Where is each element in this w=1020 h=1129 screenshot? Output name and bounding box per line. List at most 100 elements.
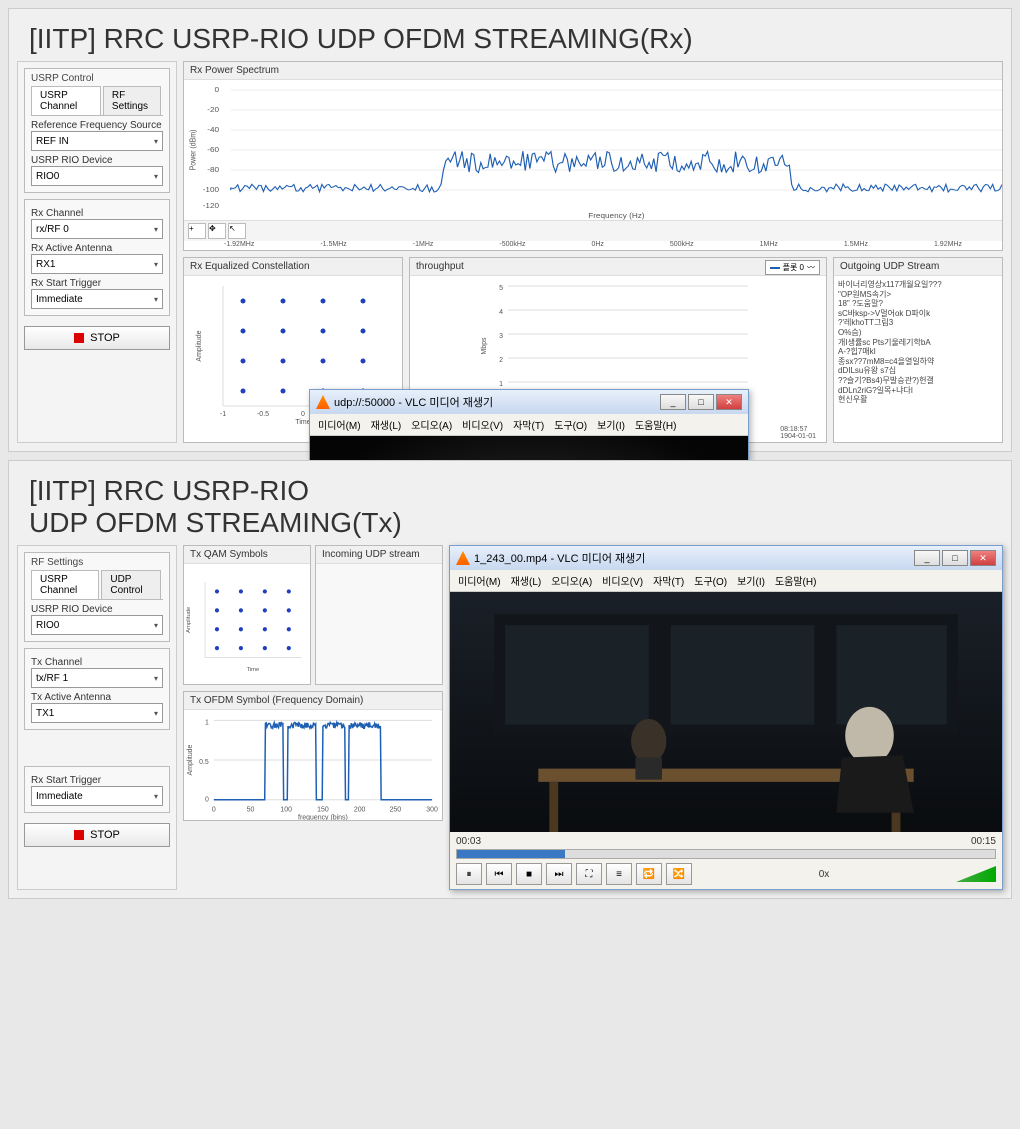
rx-channel-value: rx/RF 0 — [36, 224, 69, 235]
rx-trigger-label: Rx Start Trigger — [31, 278, 163, 289]
rx-title: [IITP] RRC USRP-RIO UDP OFDM STREAMING(R… — [29, 23, 991, 55]
rx-spectrum-chart: Rx Power Spectrum 0 -20 -40 -60 -80 -100… — [183, 61, 1003, 251]
menu-playback[interactable]: 재생(L) — [511, 573, 542, 588]
xt1: -1.5MHz — [320, 241, 346, 248]
close-button[interactable]: ✕ — [970, 550, 996, 566]
close-button[interactable]: ✕ — [716, 394, 742, 410]
incoming-udp-box: Incoming UDP stream — [315, 545, 443, 685]
menu-audio[interactable]: 오디오(A) — [551, 573, 592, 588]
menu-tools[interactable]: 도구(O) — [554, 417, 587, 432]
menu-audio[interactable]: 오디오(A) — [411, 417, 452, 432]
menu-tools[interactable]: 도구(O) — [694, 573, 727, 588]
vlc-titlebar[interactable]: udp://:50000 - VLC 미디어 재생기 _ □ ✕ — [310, 390, 748, 414]
svg-text:100: 100 — [280, 807, 292, 814]
shuffle-button[interactable]: 🔀 — [666, 863, 692, 885]
tx-panel: [IITP] RRC USRP-RIO UDP OFDM STREAMING(T… — [8, 460, 1012, 899]
menu-video[interactable]: 비디오(V) — [462, 417, 503, 432]
device-label: USRP RIO Device — [31, 155, 163, 166]
minimize-button[interactable]: _ — [914, 550, 940, 566]
throughput-title: throughput — [410, 258, 826, 276]
outgoing-udp-box: Outgoing UDP Stream 바이너리영상x117개월요일???"OP… — [833, 257, 1003, 443]
volume-slider[interactable] — [956, 866, 996, 882]
tx-channel-label: Tx Channel — [31, 657, 163, 668]
stop-icon — [74, 333, 84, 343]
menu-subtitle[interactable]: 자막(T) — [653, 573, 684, 588]
xt8: 1.92MHz — [934, 241, 962, 248]
menu-subtitle[interactable]: 자막(T) — [513, 417, 544, 432]
tx-time-current: 00:03 — [456, 836, 481, 847]
cursor-icon[interactable]: ↖ — [228, 223, 246, 239]
device-dropdown[interactable]: RIO0 — [31, 166, 163, 186]
tx-antenna-value: TX1 — [36, 708, 54, 719]
ref-freq-value: REF IN — [36, 136, 69, 147]
svg-text:Mbps: Mbps — [481, 337, 488, 355]
ref-freq-dropdown[interactable]: REF IN — [31, 131, 163, 151]
fullscreen-button[interactable]: ⛶ — [576, 863, 602, 885]
tx-title: [IITP] RRC USRP-RIO UDP OFDM STREAMING(T… — [29, 475, 991, 539]
spectrum-toolbar: + ✥ ↖ — [184, 220, 1002, 241]
zoom-icon[interactable]: + — [188, 223, 206, 239]
tx-vlc-window[interactable]: 1_243_00.mp4 - VLC 미디어 재생기 _ □ ✕ 미디어(M) … — [449, 545, 1003, 890]
svg-text:0: 0 — [301, 411, 305, 418]
tx-charts: Tx QAM Symbols Time Amplitude Incoming U… — [183, 545, 443, 890]
rx-stop-button[interactable]: STOP — [24, 326, 170, 350]
tx-vlc-titlebar[interactable]: 1_243_00.mp4 - VLC 미디어 재생기 _ □ ✕ — [450, 546, 1002, 570]
svg-text:0.5: 0.5 — [199, 759, 209, 766]
rx-antenna-label: Rx Active Antenna — [31, 243, 163, 254]
svg-text:frequency (bins): frequency (bins) — [298, 815, 348, 820]
rx-trigger-dropdown[interactable]: Immediate — [31, 289, 163, 309]
svg-text:-120: -120 — [203, 202, 219, 210]
tab-rf-settings[interactable]: RF Settings — [103, 86, 161, 115]
menu-media[interactable]: 미디어(M) — [318, 417, 361, 432]
menu-playback[interactable]: 재생(L) — [371, 417, 402, 432]
menu-view[interactable]: 보기(I) — [597, 417, 625, 432]
menu-view[interactable]: 보기(I) — [737, 573, 765, 588]
tx-vlc-title: 1_243_00.mp4 - VLC 미디어 재생기 — [474, 550, 645, 566]
tx-vlc-seekbar[interactable] — [456, 849, 996, 859]
legend-label: 플롯 0 — [783, 262, 804, 273]
tx-trigger-dropdown[interactable]: Immediate — [31, 786, 163, 806]
menu-help[interactable]: 도움말(H) — [635, 417, 676, 432]
svg-text:2: 2 — [499, 357, 503, 364]
prev-button[interactable]: ⏮ — [486, 863, 512, 885]
minimize-button[interactable]: _ — [660, 394, 686, 410]
pan-icon[interactable]: ✥ — [208, 223, 226, 239]
tx-channel-dropdown[interactable]: tx/RF 1 — [31, 668, 163, 688]
tab-udp-control[interactable]: UDP Control — [101, 570, 161, 599]
tx-stop-button[interactable]: STOP — [24, 823, 170, 847]
svg-text:-40: -40 — [207, 126, 219, 134]
loop-button[interactable]: 🔁 — [636, 863, 662, 885]
xt6: 1MHz — [760, 241, 778, 248]
tx-device-dropdown[interactable]: RIO0 — [31, 615, 163, 635]
maximize-button[interactable]: □ — [688, 394, 714, 410]
rx-channel-dropdown[interactable]: rx/RF 0 — [31, 219, 163, 239]
tx-antenna-dropdown[interactable]: TX1 — [31, 703, 163, 723]
tx-channel-value: tx/RF 1 — [36, 673, 68, 684]
svg-text:200: 200 — [354, 807, 366, 814]
tab-usrp-channel[interactable]: USRP Channel — [31, 86, 101, 115]
svg-text:150: 150 — [317, 807, 329, 814]
udp-out-title: Outgoing UDP Stream — [834, 258, 1002, 276]
tx-qam-chart: Tx QAM Symbols Time Amplitude — [183, 545, 311, 685]
menu-help[interactable]: 도움말(H) — [775, 573, 816, 588]
next-button[interactable]: ⏭ — [546, 863, 572, 885]
rx-antenna-dropdown[interactable]: RX1 — [31, 254, 163, 274]
stop-button[interactable]: ■ — [516, 863, 542, 885]
svg-text:Amplitude: Amplitude — [196, 330, 203, 361]
xt4: 0Hz — [591, 241, 603, 248]
pause-button[interactable]: ⏸ — [456, 863, 482, 885]
tp-xt1: 08:18:57 1904-01-01 — [780, 426, 816, 440]
rx-panel: [IITP] RRC USRP-RIO UDP OFDM STREAMING(R… — [8, 8, 1012, 452]
incoming-title: Incoming UDP stream — [316, 546, 442, 564]
maximize-button[interactable]: □ — [942, 550, 968, 566]
tx-ofdm-chart: Tx OFDM Symbol (Frequency Domain) 1 0.5 … — [183, 691, 443, 821]
settings-button[interactable]: ≡ — [606, 863, 632, 885]
menu-media[interactable]: 미디어(M) — [458, 573, 501, 588]
svg-text:3: 3 — [499, 333, 503, 340]
vlc-title: udp://:50000 - VLC 미디어 재생기 — [334, 394, 493, 410]
tab-usrp-channel-tx[interactable]: USRP Channel — [31, 570, 99, 599]
svg-text:300: 300 — [426, 807, 438, 814]
svg-text:1: 1 — [499, 381, 503, 388]
menu-video[interactable]: 비디오(V) — [602, 573, 643, 588]
throughput-legend: 플롯 0〰 — [765, 260, 820, 275]
